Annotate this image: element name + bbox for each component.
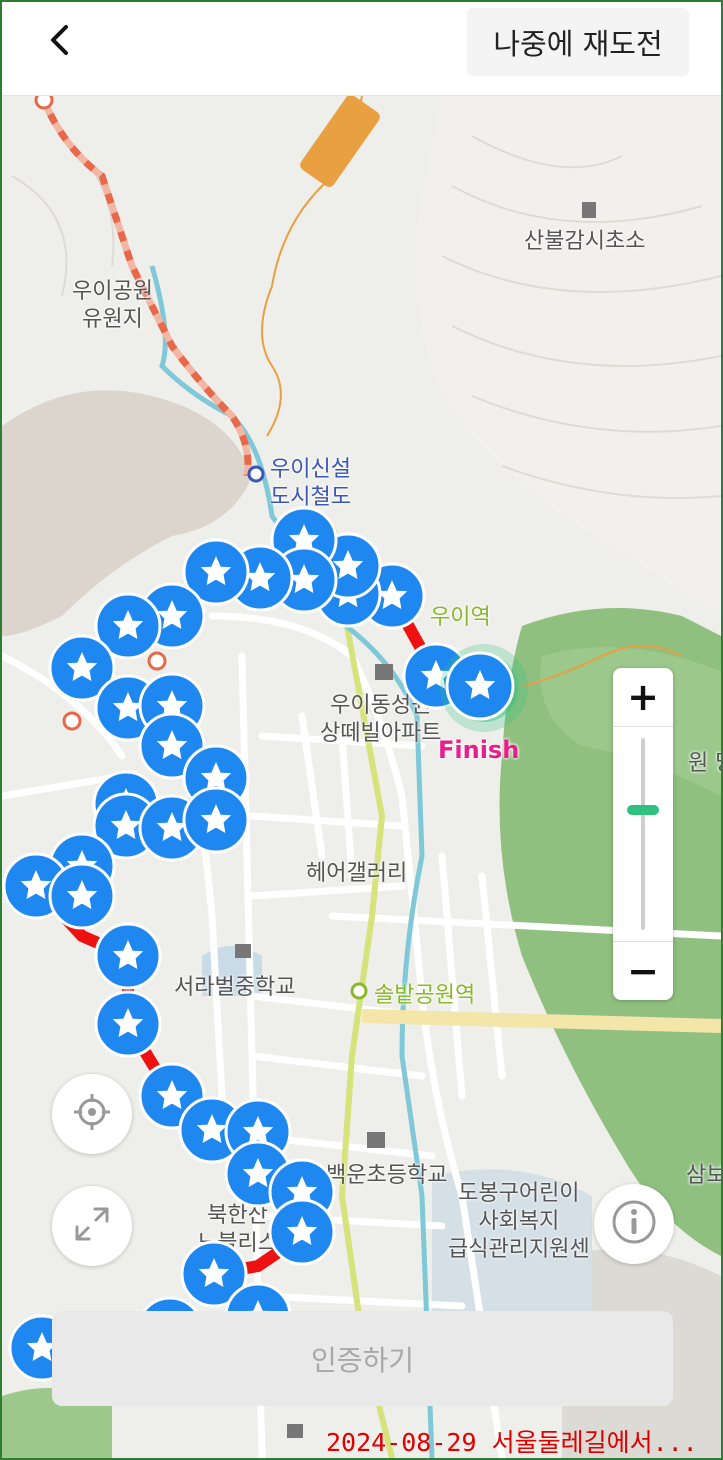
checkpoint-marker[interactable] bbox=[182, 786, 250, 854]
expand-button[interactable] bbox=[52, 1186, 132, 1266]
app-frame: 나중에 재도전 산불감시초소 우이공원 유원지 우이신설 도시철도 우이역 우이… bbox=[0, 0, 723, 1460]
checkpoint-marker[interactable] bbox=[48, 862, 116, 930]
finish-marker[interactable] bbox=[440, 644, 528, 732]
finish-label: Finish bbox=[438, 736, 520, 764]
top-bar: 나중에 재도전 bbox=[2, 2, 721, 96]
zoom-in-button[interactable]: + bbox=[613, 668, 673, 727]
certify-button[interactable]: 인증하기 bbox=[52, 1311, 673, 1406]
checkpoint-marker[interactable] bbox=[94, 922, 162, 990]
zoom-control: + − bbox=[613, 668, 673, 1000]
checkpoint-marker[interactable] bbox=[268, 1198, 336, 1266]
zoom-slider-handle[interactable] bbox=[627, 805, 659, 815]
zoom-out-button[interactable]: − bbox=[613, 941, 673, 1000]
checkpoint-marker[interactable] bbox=[94, 990, 162, 1058]
info-icon bbox=[610, 1198, 658, 1250]
map-view[interactable]: 산불감시초소 우이공원 유원지 우이신설 도시철도 우이역 우이동성원 상떼빌아… bbox=[2, 96, 721, 1458]
back-button[interactable] bbox=[32, 16, 88, 68]
expand-icon bbox=[72, 1204, 112, 1248]
chevron-left-icon bbox=[48, 24, 72, 60]
zoom-slider-track[interactable] bbox=[641, 738, 645, 930]
retry-later-button[interactable]: 나중에 재도전 bbox=[467, 8, 689, 76]
locate-button[interactable] bbox=[52, 1074, 132, 1154]
crosshair-icon bbox=[72, 1092, 112, 1136]
info-button[interactable] bbox=[594, 1184, 674, 1264]
date-watermark: 2024-08-29 서울둘레길에서... bbox=[326, 1428, 698, 1457]
